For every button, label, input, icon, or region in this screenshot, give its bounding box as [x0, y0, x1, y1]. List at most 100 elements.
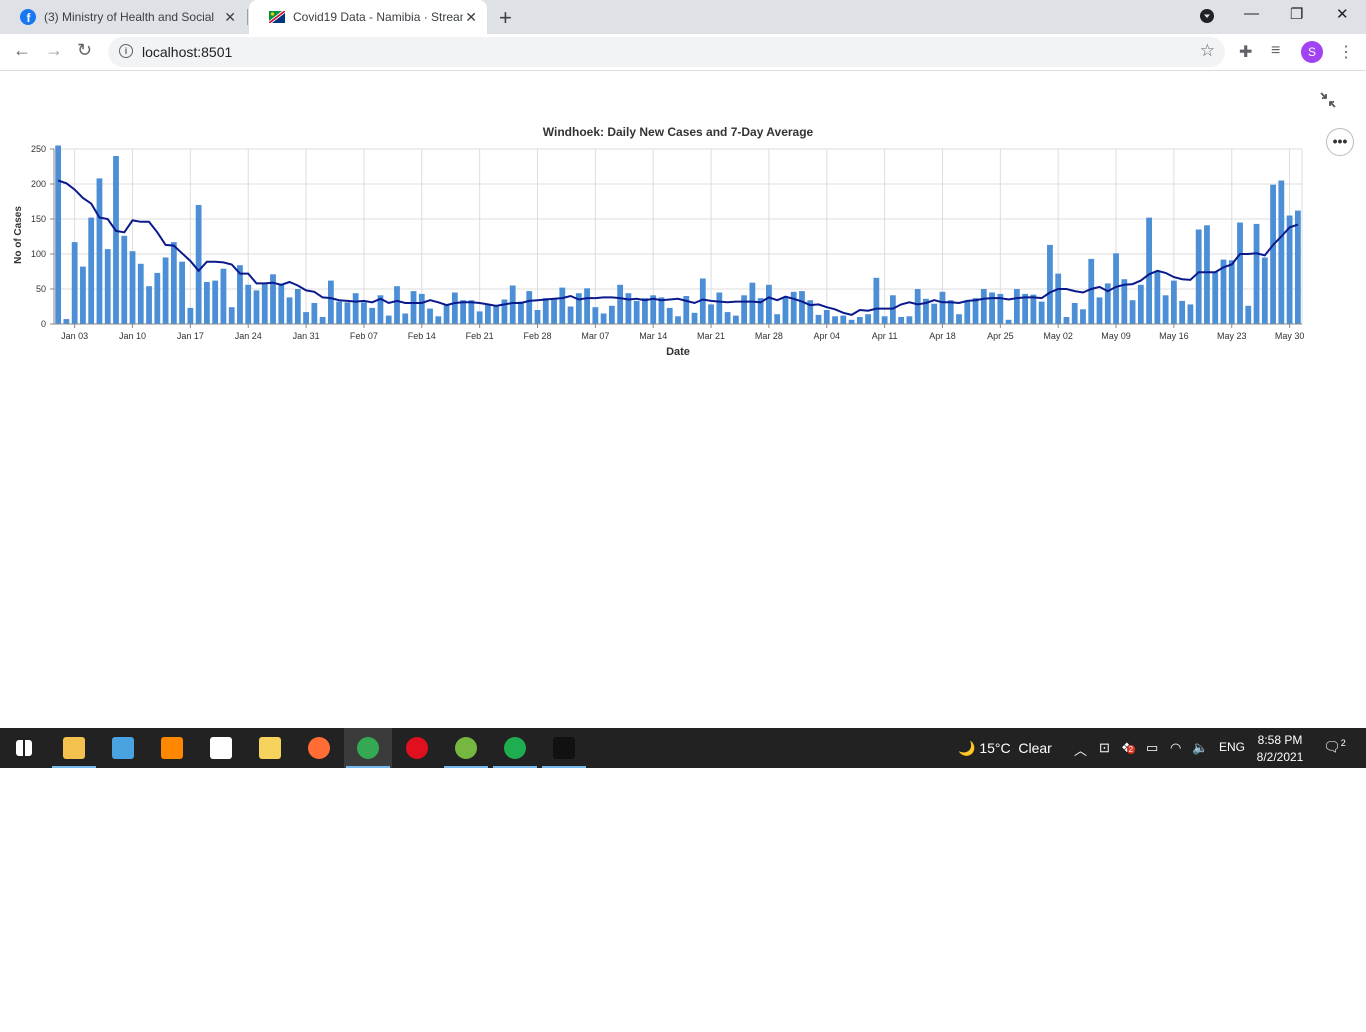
- chart-actions-menu-button[interactable]: •••: [1326, 128, 1354, 156]
- security-app-icon[interactable]: [246, 728, 294, 768]
- x-tick-label: Feb 21: [466, 331, 494, 341]
- firefox-icon[interactable]: [295, 728, 343, 768]
- weather-widget[interactable]: 🌙 15°C Clear: [958, 740, 1052, 757]
- cases-bar: [972, 298, 979, 324]
- bookmark-star-icon[interactable]: ☆: [1200, 41, 1215, 61]
- cases-bar: [592, 307, 599, 324]
- cases-bar: [1261, 257, 1268, 324]
- y-tick-label: 150: [31, 214, 46, 224]
- cases-bar: [1063, 317, 1070, 324]
- chrome-icon[interactable]: [344, 728, 392, 768]
- media-control-icon[interactable]: ≡: [1271, 42, 1280, 60]
- show-hidden-icons-chevron-icon[interactable]: ︿: [1074, 740, 1087, 759]
- url-text: localhost:8501: [142, 44, 233, 60]
- x-tick-label: Jan 31: [293, 331, 320, 341]
- cases-bar: [88, 217, 95, 324]
- microsoft-store-icon[interactable]: [197, 728, 245, 768]
- system-clock[interactable]: 8:58 PM 8/2/2021: [1254, 732, 1306, 766]
- cases-bar: [848, 319, 855, 324]
- cases-bar: [509, 285, 516, 324]
- profile-menu-icon[interactable]: [1199, 8, 1215, 28]
- cases-bar: [815, 314, 822, 324]
- cases-bar: [204, 282, 210, 324]
- minimize-window-icon[interactable]: —: [1244, 5, 1259, 22]
- cases-bar: [633, 300, 640, 324]
- cases-bar: [625, 293, 632, 324]
- y-axis-label: No of Cases: [13, 206, 24, 264]
- moon-icon: 🌙: [958, 740, 976, 756]
- wifi-icon[interactable]: ◠: [1170, 740, 1181, 756]
- cases-bar: [294, 289, 301, 324]
- cases-bar: [584, 288, 590, 324]
- x-tick-label: Mar 21: [697, 331, 725, 341]
- notifications-count: 2: [1340, 738, 1346, 748]
- vlc-icon[interactable]: [148, 728, 196, 768]
- cases-bar: [278, 284, 285, 324]
- cases-bar: [104, 249, 111, 324]
- cases-bar: [906, 316, 913, 324]
- site-info-icon[interactable]: i: [119, 44, 133, 58]
- forward-button[interactable]: →: [45, 40, 63, 61]
- cases-bar: [344, 302, 351, 324]
- loader-app-icon[interactable]: [491, 728, 539, 768]
- x-tick-label: Jan 10: [119, 331, 146, 341]
- extensions-icon[interactable]: ✚: [1239, 42, 1252, 62]
- cases-bar: [245, 284, 252, 324]
- new-tab-button[interactable]: +: [499, 5, 512, 31]
- meet-now-icon[interactable]: ⊡: [1099, 740, 1110, 756]
- start-button[interactable]: [0, 728, 48, 768]
- cases-bar: [914, 289, 921, 324]
- close-window-icon[interactable]: ✕: [1336, 5, 1349, 23]
- media-player-icon[interactable]: [99, 728, 147, 768]
- x-tick-label: Apr 25: [987, 331, 1014, 341]
- opera-icon[interactable]: [393, 728, 441, 768]
- cases-bar: [129, 251, 136, 324]
- y-tick-label: 250: [31, 144, 46, 154]
- restore-window-icon[interactable]: ❐: [1290, 5, 1303, 23]
- volume-icon[interactable]: 🔈: [1192, 740, 1208, 756]
- cases-bar: [1195, 229, 1202, 324]
- cases-bar: [608, 305, 615, 324]
- y-tick-label: 50: [36, 284, 46, 294]
- browser-menu-icon[interactable]: ⋮: [1338, 42, 1354, 62]
- vlc-icon-glyph: [161, 737, 183, 759]
- back-button[interactable]: ←: [13, 40, 31, 61]
- cases-bar: [1253, 223, 1260, 324]
- cases-bar: [782, 296, 789, 324]
- terminal-icon[interactable]: [540, 728, 588, 768]
- notifications-icon[interactable]: 🗨2: [1323, 738, 1346, 756]
- cases-bar: [443, 305, 450, 324]
- browser-toolbar: ← → ↻ i localhost:8501 ☆ ✚ ≡ S ⋮: [0, 34, 1366, 71]
- cases-bar: [675, 316, 681, 324]
- security-app-icon-glyph: [259, 737, 281, 759]
- utorrent-icon-glyph: [455, 737, 477, 759]
- battery-icon[interactable]: ▭: [1146, 740, 1158, 756]
- tab-covid19-data[interactable]: Covid19 Data - Namibia · Streamlit ✕: [249, 0, 487, 34]
- file-explorer-icon[interactable]: [50, 728, 98, 768]
- close-tab-icon[interactable]: ✕: [224, 9, 236, 26]
- profile-avatar[interactable]: S: [1301, 41, 1323, 63]
- cases-bar: [63, 319, 70, 324]
- address-bar[interactable]: i localhost:8501 ☆: [108, 37, 1225, 67]
- cases-bar: [1005, 319, 1012, 324]
- cases-bar: [1047, 244, 1053, 324]
- cases-bar: [212, 280, 219, 324]
- cases-bar: [551, 299, 557, 324]
- dropbox-icon[interactable]: ❖2: [1121, 740, 1136, 756]
- cases-bar: [1294, 210, 1301, 324]
- cases-bar: [195, 205, 202, 324]
- browser-tab-bar: f (3) Ministry of Health and Social Serv…: [0, 0, 1366, 34]
- cases-bar: [840, 315, 847, 324]
- cases-bar: [170, 242, 177, 324]
- cases-bar: [567, 306, 574, 324]
- reload-button[interactable]: ↻: [77, 40, 92, 61]
- tab-title: Covid19 Data - Namibia · Streamlit: [293, 10, 463, 24]
- cases-bar: [228, 307, 235, 324]
- x-tick-label: Feb 07: [350, 331, 378, 341]
- cases-bar: [1204, 225, 1210, 324]
- tab-ministry-health[interactable]: f (3) Ministry of Health and Social Serv…: [0, 0, 246, 34]
- exit-fullscreen-icon[interactable]: [1320, 92, 1336, 113]
- close-tab-icon[interactable]: ✕: [465, 9, 477, 26]
- language-indicator[interactable]: ENG: [1219, 740, 1245, 754]
- utorrent-icon[interactable]: [442, 728, 490, 768]
